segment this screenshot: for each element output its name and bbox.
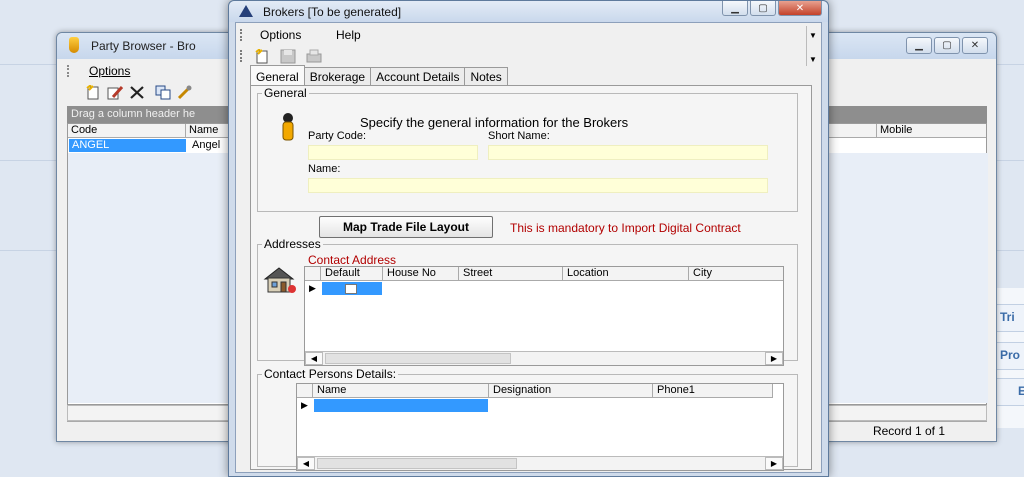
column-header-default[interactable]: Default bbox=[321, 267, 383, 281]
tools-icon[interactable] bbox=[177, 85, 193, 100]
party-code-field[interactable] bbox=[308, 145, 478, 160]
minimize-button[interactable]: ▁ bbox=[906, 37, 932, 54]
map-trade-file-layout-button[interactable]: Map Trade File Layout bbox=[319, 216, 493, 238]
close-icon: ✕ bbox=[970, 40, 980, 51]
column-header-phone1[interactable]: Phone1 bbox=[653, 384, 773, 398]
contact-persons-grid: Name Designation Phone1 ▶ ◀ ▶ bbox=[296, 383, 784, 471]
scroll-right-icon[interactable]: ▶ bbox=[765, 352, 783, 365]
tab-general[interactable]: General bbox=[250, 65, 305, 85]
edit-icon[interactable] bbox=[107, 85, 123, 100]
minimize-button[interactable]: ▁ bbox=[722, 1, 748, 16]
scroll-thumb[interactable] bbox=[317, 458, 517, 469]
toolbar-grip[interactable] bbox=[240, 50, 243, 62]
column-header-code[interactable]: Code bbox=[68, 124, 186, 138]
column-header-designation[interactable]: Designation bbox=[489, 384, 653, 398]
cell-code[interactable]: ANGEL bbox=[69, 139, 186, 152]
mandatory-note: This is mandatory to Import Digital Cont… bbox=[510, 221, 741, 235]
tab-account-details[interactable]: Account Details bbox=[370, 67, 466, 85]
maximize-button[interactable]: ▢ bbox=[750, 1, 776, 16]
brokers-toolbar bbox=[240, 47, 340, 66]
minimize-icon: ▁ bbox=[731, 2, 739, 14]
row-selector-header bbox=[305, 267, 321, 281]
contact-persons-group: Contact Persons Details: Name Designatio… bbox=[257, 367, 798, 471]
addresses-group: Addresses Contact Address Default House … bbox=[257, 237, 798, 366]
close-icon: ✕ bbox=[795, 2, 805, 14]
party-browser-app-icon bbox=[69, 37, 79, 53]
tab-brokerage[interactable]: Brokerage bbox=[303, 67, 372, 85]
menu-options[interactable]: Options bbox=[260, 28, 301, 42]
new-icon[interactable] bbox=[85, 85, 101, 100]
maximize-icon: ▢ bbox=[758, 2, 768, 14]
maximize-icon: ▢ bbox=[942, 40, 952, 51]
menu-options[interactable]: Options bbox=[89, 64, 130, 78]
address-grid: Default House No Street Location City ▶ … bbox=[304, 266, 784, 366]
chevron-down-icon: ▼ bbox=[809, 31, 817, 40]
scroll-thumb[interactable] bbox=[325, 353, 511, 364]
contact-persons-legend: Contact Persons Details: bbox=[264, 367, 397, 381]
close-button[interactable]: ✕ bbox=[962, 37, 988, 54]
maximize-button[interactable]: ▢ bbox=[934, 37, 960, 54]
print-icon[interactable] bbox=[306, 49, 322, 64]
column-header-city[interactable]: City bbox=[689, 267, 783, 281]
menu-help[interactable]: Help bbox=[336, 28, 361, 42]
minimize-icon: ▁ bbox=[915, 40, 923, 51]
record-counter: Record 1 of 1 bbox=[872, 424, 945, 438]
chevron-scroll[interactable]: ▼ ▼ bbox=[806, 26, 818, 66]
brokers-client-area: Options Help ▼ ▼ General Brokerage Accou… bbox=[235, 22, 822, 473]
scroll-left-icon[interactable]: ◀ bbox=[305, 352, 323, 365]
name-label: Name: bbox=[308, 163, 341, 175]
general-legend: General bbox=[264, 86, 307, 100]
copy-icon[interactable] bbox=[155, 85, 171, 100]
cell-name[interactable]: Angel bbox=[189, 139, 220, 151]
house-icon bbox=[263, 267, 296, 293]
info-person-icon bbox=[282, 113, 294, 141]
scroll-left-icon[interactable]: ◀ bbox=[297, 457, 315, 470]
save-icon[interactable] bbox=[280, 49, 296, 64]
addresses-legend: Addresses bbox=[264, 237, 321, 251]
party-browser-title: Party Browser - Bro bbox=[91, 39, 196, 53]
brokers-window: Brokers [To be generated] ▁ ▢ ✕ Options … bbox=[228, 0, 829, 477]
column-header-name[interactable]: Name bbox=[313, 384, 489, 398]
delete-icon[interactable] bbox=[129, 85, 145, 100]
column-header-location[interactable]: Location bbox=[563, 267, 689, 281]
column-header-house-no[interactable]: House No bbox=[383, 267, 459, 281]
short-name-field[interactable] bbox=[488, 145, 768, 160]
address-grid-scrollbar[interactable]: ◀ ▶ bbox=[305, 351, 783, 365]
chevron-down-icon: ▼ bbox=[809, 55, 817, 64]
brokers-app-icon bbox=[239, 5, 253, 17]
default-checkbox[interactable] bbox=[345, 284, 357, 294]
column-header-mobile[interactable]: Mobile bbox=[876, 124, 988, 138]
name-field[interactable] bbox=[308, 178, 768, 193]
contact-grid-scrollbar[interactable]: ◀ ▶ bbox=[297, 456, 783, 470]
brokers-title: Brokers [To be generated] bbox=[263, 5, 402, 19]
general-group: General Specify the general information … bbox=[257, 86, 798, 212]
background-app-label: Pro bbox=[1000, 348, 1021, 362]
general-tab-panel: General Specify the general information … bbox=[250, 85, 812, 471]
menubar-grip[interactable] bbox=[67, 65, 70, 77]
row-pointer-icon: ▶ bbox=[301, 400, 308, 410]
brokers-titlebar[interactable]: Brokers [To be generated] ▁ ▢ ✕ bbox=[229, 1, 828, 22]
general-heading: Specify the general information for the … bbox=[360, 115, 629, 130]
menubar-grip[interactable] bbox=[240, 29, 243, 41]
column-header-street[interactable]: Street bbox=[459, 267, 563, 281]
scroll-right-icon[interactable]: ▶ bbox=[765, 457, 783, 470]
close-button[interactable]: ✕ bbox=[778, 1, 822, 16]
tab-notes[interactable]: Notes bbox=[464, 67, 508, 85]
contact-name-cell[interactable] bbox=[314, 399, 488, 412]
brokers-menubar: Options Help bbox=[240, 26, 800, 44]
contact-address-title: Contact Address bbox=[308, 253, 397, 267]
row-selector-header bbox=[297, 384, 313, 398]
row-pointer-icon: ▶ bbox=[309, 283, 316, 293]
new-icon[interactable] bbox=[254, 49, 270, 64]
background-app-label: Tri bbox=[1000, 310, 1015, 324]
party-code-label: Party Code: bbox=[308, 130, 367, 142]
party-browser-toolbar bbox=[67, 83, 237, 103]
short-name-label: Short Name: bbox=[488, 130, 550, 142]
background-app-label: E bbox=[1018, 384, 1024, 398]
brokers-tabs: General Brokerage Account Details Notes bbox=[250, 65, 508, 85]
